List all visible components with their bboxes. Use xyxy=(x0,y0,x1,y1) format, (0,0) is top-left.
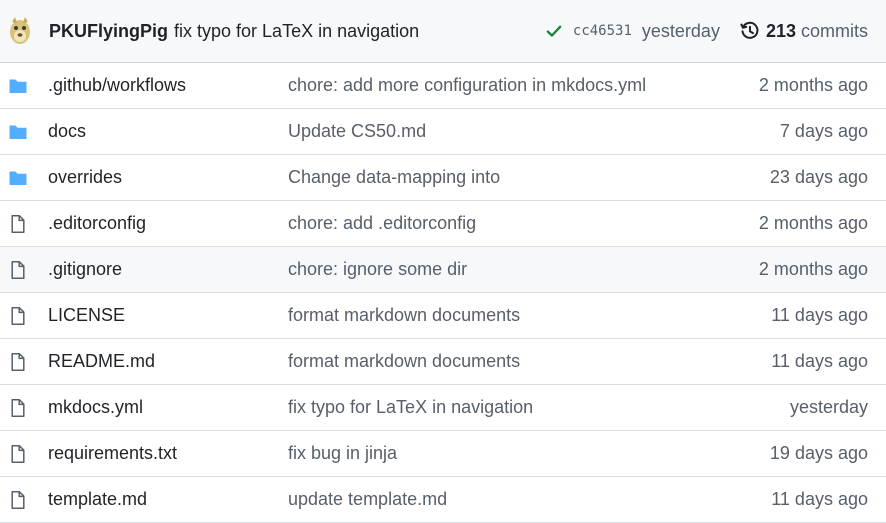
file-commit-message-link[interactable]: fix bug in jinja xyxy=(288,443,397,464)
file-commit-age: 2 months ago xyxy=(758,75,868,95)
file-commit-age: 2 months ago xyxy=(758,213,868,233)
file-commit-age: 23 days ago xyxy=(769,167,868,187)
folder-icon xyxy=(9,171,27,185)
file-commit-age: 2 months ago xyxy=(758,259,868,279)
file-commit-message-link[interactable]: chore: ignore some dir xyxy=(288,259,467,280)
file-name-link[interactable]: .editorconfig xyxy=(48,213,146,234)
file-name-link[interactable]: docs xyxy=(48,121,86,142)
file-icon xyxy=(11,491,25,509)
file-commit-age: yesterday xyxy=(789,397,868,417)
file-commit-age: 11 days ago xyxy=(771,489,868,509)
file-row[interactable]: .github/workflows chore: add more configu… xyxy=(0,63,886,109)
latest-commit-bar: PKUFlyingPig fix typo for LaTeX in navig… xyxy=(0,0,886,63)
file-name-link[interactable]: requirements.txt xyxy=(48,443,177,464)
file-commit-message-link[interactable]: update template.md xyxy=(288,489,447,510)
file-row[interactable]: template.md update template.md 11 days ago xyxy=(0,477,886,523)
file-row[interactable]: mkdocs.yml fix typo for LaTeX in navigati… xyxy=(0,385,886,431)
history-icon[interactable] xyxy=(740,21,760,41)
file-commit-message-link[interactable]: Change data-mapping into xyxy=(288,167,500,188)
latest-commit-message-link[interactable]: fix typo for LaTeX in navigation xyxy=(174,21,419,42)
file-commit-message-link[interactable]: chore: add .editorconfig xyxy=(288,213,476,234)
folder-icon xyxy=(9,79,27,93)
file-row[interactable]: overrides Change data-mapping into 23 days… xyxy=(0,155,886,201)
file-row[interactable]: docs Update CS50.md 7 days ago xyxy=(0,109,886,155)
file-row[interactable]: .gitignore chore: ignore some dir 2 months… xyxy=(0,247,886,293)
file-row[interactable]: README.md format markdown documents 11 day… xyxy=(0,339,886,385)
commit-count[interactable]: 213 xyxy=(766,21,796,42)
file-commit-message-link[interactable]: chore: add more configuration in mkdocs.… xyxy=(288,75,646,96)
commit-sha-link[interactable]: cc46531 xyxy=(573,23,632,39)
commit-author-link[interactable]: PKUFlyingPig xyxy=(49,21,168,42)
file-icon xyxy=(11,399,25,417)
file-icon xyxy=(11,353,25,371)
repository-file-browser: PKUFlyingPig fix typo for LaTeX in navig… xyxy=(0,0,886,523)
file-name-link[interactable]: mkdocs.yml xyxy=(48,397,143,418)
file-icon xyxy=(11,445,25,463)
file-row[interactable]: requirements.txt fix bug in jinja 19 days … xyxy=(0,431,886,477)
file-name-link[interactable]: .github/workflows xyxy=(48,75,186,96)
file-commit-age: 7 days ago xyxy=(779,121,868,141)
file-commit-message-link[interactable]: Update CS50.md xyxy=(288,121,426,142)
file-icon xyxy=(11,307,25,325)
file-name-link[interactable]: .gitignore xyxy=(48,259,122,280)
author-avatar[interactable] xyxy=(8,16,32,46)
file-commit-age: 11 days ago xyxy=(771,305,868,325)
file-row[interactable]: LICENSE format markdown documents 11 days … xyxy=(0,293,886,339)
file-name-link[interactable]: README.md xyxy=(48,351,155,372)
file-icon xyxy=(11,261,25,279)
commits-label[interactable]: commits xyxy=(801,21,868,42)
file-name-link[interactable]: LICENSE xyxy=(48,305,125,326)
file-row[interactable]: .editorconfig chore: add .editorconfig 2 m… xyxy=(0,201,886,247)
file-commit-message-link[interactable]: fix typo for LaTeX in navigation xyxy=(288,397,533,418)
file-commit-message-link[interactable]: format markdown documents xyxy=(288,351,520,372)
file-commit-age: 19 days ago xyxy=(769,443,868,463)
file-name-link[interactable]: template.md xyxy=(48,489,147,510)
file-icon xyxy=(11,215,25,233)
file-commit-age: 11 days ago xyxy=(771,351,868,371)
file-name-link[interactable]: overrides xyxy=(48,167,122,188)
check-icon[interactable] xyxy=(545,22,563,40)
file-list: .github/workflows chore: add more configu… xyxy=(0,63,886,523)
commit-time: yesterday xyxy=(641,20,720,41)
folder-icon xyxy=(9,125,27,139)
file-commit-message-link[interactable]: format markdown documents xyxy=(288,305,520,326)
